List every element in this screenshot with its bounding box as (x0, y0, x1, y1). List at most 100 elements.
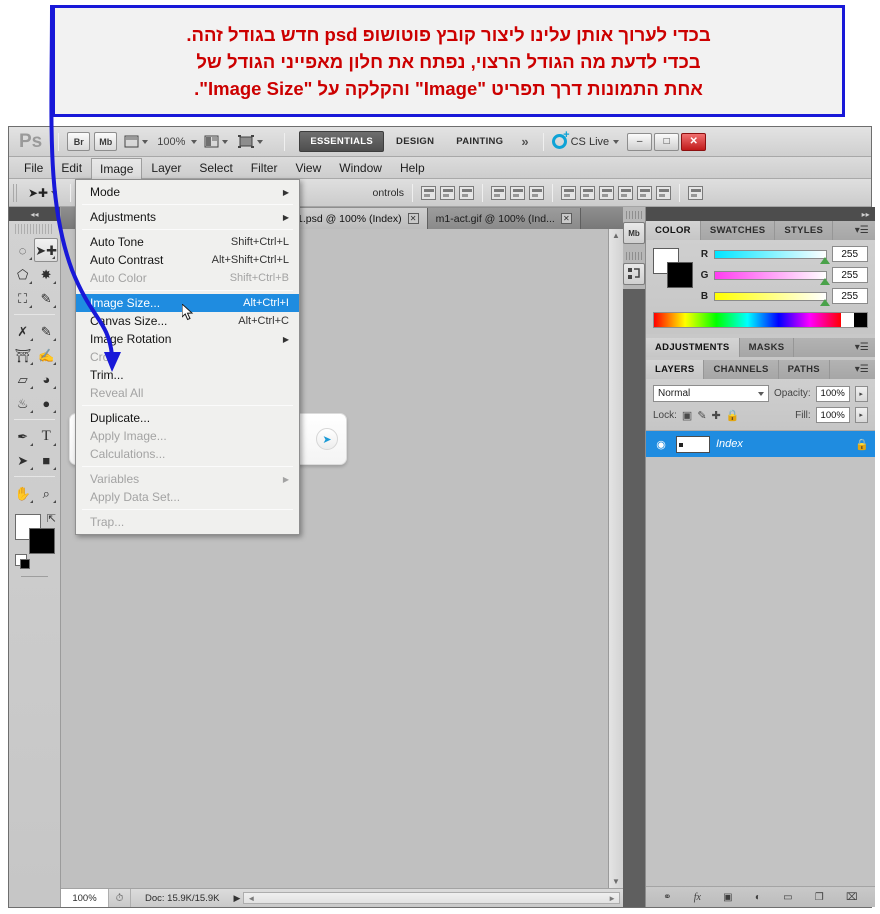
blue-slider[interactable] (714, 291, 830, 306)
blue-arrow-button[interactable]: ➤ (316, 428, 338, 450)
more-workspaces-icon[interactable]: » (515, 134, 534, 149)
document-tab-1[interactable]: 1.psd @ 100% (Index) ✕ (289, 208, 428, 229)
menu-item-auto-contrast[interactable]: Auto Contrast Alt+Shift+Ctrl+L (76, 251, 299, 269)
default-colors-icon[interactable] (15, 554, 30, 569)
slider-thumb[interactable] (819, 277, 830, 285)
scroll-right-icon[interactable]: ► (608, 894, 616, 903)
align-vertical-centers-icon[interactable] (440, 185, 455, 200)
menu-edit[interactable]: Edit (52, 158, 91, 178)
tool-magic-wand[interactable]: ✸ (34, 262, 58, 286)
tool-move[interactable]: ➤✚ (34, 238, 58, 262)
delete-layer-icon[interactable]: ⌧ (846, 892, 858, 903)
distribute-right-edges-icon[interactable] (656, 185, 671, 200)
green-value[interactable]: 255 (831, 267, 868, 283)
lock-position-icon[interactable]: ✚ (712, 409, 721, 422)
layer-style-fx-icon[interactable]: fx (694, 892, 701, 903)
menu-select[interactable]: Select (190, 158, 241, 178)
new-layer-icon[interactable]: ❐ (815, 892, 824, 903)
new-fill-adjustment-icon[interactable]: ◐ (755, 892, 761, 903)
tab-masks[interactable]: MASKS (740, 338, 795, 357)
new-group-icon[interactable]: ▭ (783, 892, 792, 903)
tab-layers[interactable]: LAYERS (646, 360, 705, 379)
menu-item-canvas-size[interactable]: Canvas Size... Alt+Ctrl+C (76, 312, 299, 330)
dock-expand-button[interactable]: ▸▸ (646, 207, 875, 221)
options-bar-grip[interactable] (13, 183, 19, 202)
tab-styles[interactable]: STYLES (775, 221, 834, 240)
lock-all-icon[interactable]: 🔒 (726, 409, 740, 422)
fill-stepper[interactable]: ▸ (854, 407, 868, 423)
toolbox-collapse-button[interactable]: ◂◂ (9, 207, 60, 221)
tool-pen[interactable]: ✒ (11, 424, 35, 448)
fill-value[interactable]: 100% (815, 407, 850, 423)
tab-paths[interactable]: PATHS (779, 360, 830, 379)
align-horizontal-centers-icon[interactable] (510, 185, 525, 200)
close-icon[interactable]: ✕ (407, 213, 419, 224)
status-expand-icon[interactable]: ▶ (233, 893, 240, 904)
menu-item-image-size[interactable]: Image Size... Alt+Ctrl+I (76, 294, 299, 312)
history-button[interactable] (623, 263, 645, 285)
menu-file[interactable]: File (15, 158, 52, 178)
menu-view[interactable]: View (286, 158, 330, 178)
slider-thumb[interactable] (819, 298, 830, 306)
screen-mode-button[interactable] (235, 135, 266, 148)
opacity-stepper[interactable]: ▸ (854, 385, 868, 402)
panel-menu-icon[interactable]: ▾☰ (849, 360, 875, 379)
tab-color[interactable]: COLOR (646, 221, 701, 240)
tool-crop[interactable]: ⛶ (11, 286, 34, 310)
distribute-horizontal-centers-icon[interactable] (637, 185, 652, 200)
chevron-down-icon[interactable] (191, 139, 198, 144)
align-right-edges-icon[interactable] (529, 185, 544, 200)
scroll-left-icon[interactable]: ◄ (247, 894, 255, 903)
tool-horizontal-type[interactable]: T (35, 424, 59, 448)
layer-row-index[interactable]: ◉ Index 🔒 (646, 431, 875, 457)
tab-swatches[interactable]: SWATCHES (701, 221, 776, 240)
canvas-horizontal-scrollbar[interactable]: ◄ ► (243, 892, 620, 904)
distribute-bottom-edges-icon[interactable] (599, 185, 614, 200)
view-extras-button[interactable] (121, 135, 151, 148)
app-zoom-level[interactable]: 100% (155, 136, 187, 148)
tool-eraser[interactable]: ▱ (11, 367, 35, 391)
tool-path-selection[interactable]: ➤ (11, 448, 35, 472)
tool-paint-bucket[interactable]: ◕ (35, 367, 59, 391)
blue-value[interactable]: 255 (831, 288, 868, 304)
tool-clone-stamp[interactable]: ⛩ (11, 343, 35, 367)
dock-grip[interactable] (626, 211, 642, 219)
menu-filter[interactable]: Filter (242, 158, 287, 178)
tool-hand[interactable]: ✋ (11, 481, 35, 505)
tool-elliptical-marquee[interactable]: ◌ (11, 238, 34, 262)
color-spectrum-ramp[interactable] (653, 312, 868, 328)
maximize-button[interactable]: □ (654, 132, 680, 151)
background-color-swatch[interactable] (29, 528, 55, 554)
scroll-down-icon[interactable]: ▼ (612, 877, 620, 886)
menu-image[interactable]: Image (91, 157, 143, 180)
swap-colors-icon[interactable]: ⇱ (47, 512, 56, 525)
layer-mask-icon[interactable]: ▣ (723, 892, 732, 903)
document-tab-2[interactable]: m1-act.gif @ 100% (Ind... ✕ (427, 208, 581, 229)
tab-channels[interactable]: CHANNELS (704, 360, 779, 379)
menu-item-trim[interactable]: Trim... (76, 366, 299, 384)
cs-live-button[interactable]: CS Live (551, 129, 620, 149)
background-color-swatch[interactable] (667, 262, 693, 288)
lock-transparent-pixels-icon[interactable]: ▣ (682, 409, 692, 422)
menu-window[interactable]: Window (330, 158, 391, 178)
minimize-button[interactable]: – (627, 132, 653, 151)
tool-zoom[interactable]: ⌕ (35, 481, 59, 505)
panel-menu-icon[interactable]: ▾☰ (849, 221, 875, 240)
green-slider[interactable] (714, 270, 830, 285)
slider-thumb[interactable] (819, 256, 830, 264)
red-value[interactable]: 255 (831, 246, 868, 262)
red-slider[interactable] (714, 249, 830, 264)
distribute-left-edges-icon[interactable] (618, 185, 633, 200)
align-bottom-edges-icon[interactable] (459, 185, 474, 200)
panel-menu-icon[interactable]: ▾☰ (849, 338, 875, 357)
tool-rectangle[interactable]: ■ (35, 448, 59, 472)
menu-item-adjustments[interactable]: Adjustments ▶ (76, 208, 299, 226)
auto-align-layers-icon[interactable] (688, 185, 703, 200)
tab-adjustments[interactable]: ADJUSTMENTS (646, 338, 740, 357)
distribute-vertical-centers-icon[interactable] (580, 185, 595, 200)
tool-spot-healing-brush[interactable]: ✗ (11, 319, 35, 343)
menu-help[interactable]: Help (391, 158, 434, 178)
canvas-vertical-scrollbar[interactable]: ▲ ▼ (608, 229, 623, 888)
menu-item-mode[interactable]: Mode ▶ (76, 183, 299, 201)
tool-history-brush[interactable]: ✍ (35, 343, 59, 367)
